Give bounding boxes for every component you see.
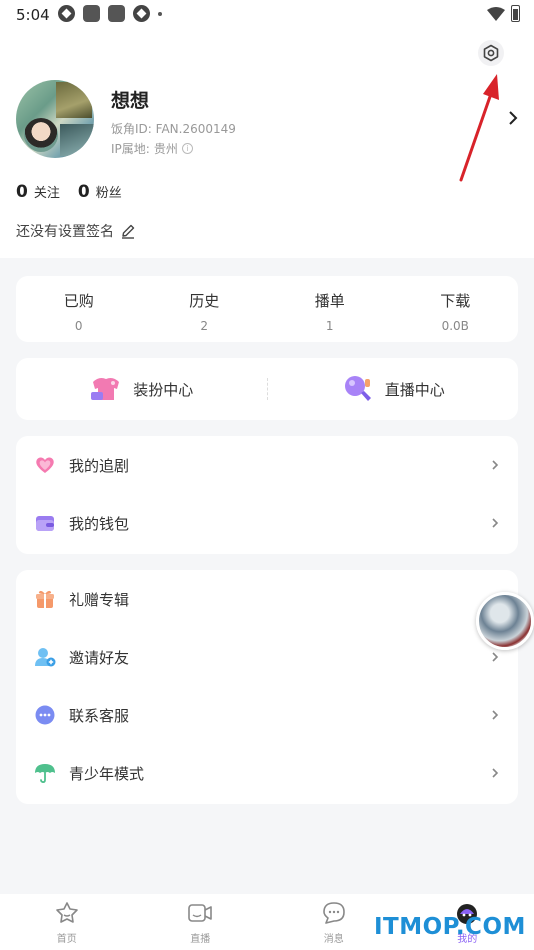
- menu-card-1: 我的追剧 我的钱包: [16, 436, 518, 554]
- ip-location-label: IP属地:: [111, 142, 150, 156]
- avatar-collage-photo: [24, 118, 58, 152]
- app-notification-icon: [133, 5, 150, 22]
- center-card: 装扮中心 直播中心: [16, 358, 518, 420]
- user-id-value: FAN.2600149: [155, 122, 236, 136]
- customer-service-icon: [35, 705, 55, 725]
- chevron-right-icon: [492, 518, 499, 528]
- home-icon: [55, 902, 78, 923]
- annotation-arrow: [459, 74, 499, 182]
- app-notification-icon: [83, 5, 100, 22]
- info-icon[interactable]: i: [181, 143, 193, 154]
- app-notification-icon: [58, 5, 75, 22]
- followers-count[interactable]: 0: [78, 182, 90, 202]
- summary-label: 已购: [63, 292, 94, 310]
- follow-stats: 0 关注 0 粉丝: [16, 182, 140, 202]
- chevron-right-icon: [492, 652, 499, 662]
- gift-icon: [36, 590, 54, 608]
- nav-label: 直播: [190, 934, 211, 945]
- wifi-icon: [487, 6, 505, 21]
- status-system-icons: [487, 5, 520, 22]
- nav-tab-live[interactable]: 直播: [134, 894, 268, 950]
- signature[interactable]: 还没有设置签名: [16, 221, 136, 241]
- live-center-button[interactable]: 直播中心: [268, 374, 519, 404]
- menu-item-my-wallet[interactable]: 我的钱包: [16, 494, 518, 552]
- menu-item-teen-mode[interactable]: 青少年模式: [16, 744, 518, 802]
- watermark: ITMOP.COM: [374, 914, 526, 940]
- menu-item-label: 我的追剧: [69, 456, 130, 475]
- menu-card-2: 礼赠专辑 邀请好友 联系客服 青少年模式: [16, 570, 518, 804]
- signature-text: 还没有设置签名: [16, 224, 114, 240]
- floating-player-ball[interactable]: [476, 592, 534, 650]
- menu-item-customer-service[interactable]: 联系客服: [16, 686, 518, 744]
- status-bar: 5:04: [0, 0, 534, 30]
- menu-item-invite-friends[interactable]: 邀请好友: [16, 628, 518, 686]
- nav-label: 消息: [323, 934, 344, 945]
- menu-item-label: 我的钱包: [69, 514, 130, 533]
- app-notification-icon: [108, 5, 125, 22]
- ip-location: IP属地: 贵州 i: [111, 140, 193, 157]
- live-center-label: 直播中心: [384, 380, 445, 399]
- message-icon: [322, 902, 345, 924]
- following-label[interactable]: 关注: [34, 182, 60, 201]
- avatar-collage-photo: [56, 82, 92, 118]
- dress-up-center-label: 装扮中心: [133, 380, 194, 399]
- invite-friend-icon: [35, 648, 56, 667]
- dress-up-center-button[interactable]: 装扮中心: [16, 374, 267, 404]
- menu-item-gift-album[interactable]: 礼赠专辑: [16, 570, 518, 628]
- live-camera-icon: [188, 904, 213, 922]
- menu-item-label: 礼赠专辑: [69, 590, 130, 609]
- menu-item-label: 联系客服: [69, 706, 130, 725]
- heart-icon: [36, 457, 54, 473]
- ip-location-value: 贵州: [153, 142, 178, 156]
- user-id: 饭角ID: FAN.2600149: [111, 120, 236, 137]
- summary-label: 历史: [189, 292, 220, 310]
- summary-item-history[interactable]: 历史 2: [142, 276, 268, 342]
- menu-item-label: 青少年模式: [69, 764, 145, 783]
- settings-hexagon-icon: [483, 44, 499, 62]
- summary-label: 播单: [314, 292, 345, 310]
- battery-icon: [511, 5, 520, 22]
- menu-item-my-drama[interactable]: 我的追剧: [16, 436, 518, 494]
- nav-tab-home[interactable]: 首页: [0, 894, 134, 950]
- summary-value: 2: [200, 319, 209, 333]
- chevron-right-icon: [492, 710, 499, 720]
- summary-value: 0.0B: [441, 319, 469, 333]
- avatar-collage-photo: [60, 124, 94, 156]
- edit-pencil-icon[interactable]: [120, 223, 136, 239]
- nav-label: 首页: [56, 934, 77, 945]
- following-count[interactable]: 0: [16, 182, 28, 202]
- menu-item-label: 邀请好友: [69, 648, 130, 667]
- wallet-icon: [36, 516, 54, 531]
- summary-item-download[interactable]: 下载 0.0B: [393, 276, 519, 342]
- user-id-label: 饭角ID:: [111, 122, 152, 136]
- followers-label[interactable]: 粉丝: [96, 182, 122, 201]
- avatar[interactable]: [16, 80, 94, 158]
- profile-chevron-right-icon[interactable]: [506, 108, 520, 128]
- summary-item-purchased[interactable]: 已购 0: [16, 276, 142, 342]
- umbrella-icon: [35, 764, 55, 783]
- summary-value: 0: [74, 319, 83, 333]
- summary-label: 下载: [440, 292, 471, 310]
- settings-button[interactable]: [478, 40, 504, 66]
- username: 想想: [111, 90, 150, 112]
- summary-card: 已购 0 历史 2 播单 1 下载 0.0B: [16, 276, 518, 342]
- chevron-right-icon: [492, 460, 499, 470]
- status-time: 5:04: [16, 6, 50, 24]
- live-mic-icon: [344, 376, 371, 401]
- chevron-right-icon: [492, 768, 499, 778]
- summary-value: 1: [325, 319, 334, 333]
- status-notification-icons: [58, 5, 162, 22]
- summary-item-playlist[interactable]: 播单 1: [267, 276, 393, 342]
- more-notifications-dot: [158, 11, 162, 16]
- dress-up-icon: [91, 378, 120, 400]
